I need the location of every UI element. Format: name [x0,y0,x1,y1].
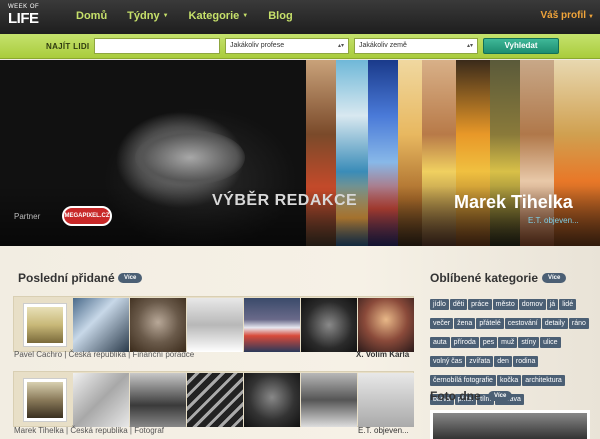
updown-arrows-icon: ▴▾ [466,43,473,49]
editors-pick-hero[interactable]: Partner MEGAPIXEL.CZ VÝBĚR REDAKCE Marek… [0,60,600,246]
category-tag[interactable]: den [494,356,512,367]
latest-more-button[interactable]: Více [118,273,143,283]
list-item[interactable] [13,296,414,352]
photo-thumbnail[interactable] [73,373,129,427]
category-tag[interactable]: rodina [512,356,539,367]
category-tag[interactable]: pes [479,337,498,348]
row-week-link[interactable]: E.T. objeven... [358,426,409,435]
category-tag[interactable]: černobílá fotografie [430,375,496,386]
chevron-down-icon: ▼ [588,14,594,20]
nav-home-label: Domů [76,10,108,22]
site-logo[interactable]: WEEK OF LIFE [8,4,40,30]
photo-thumbnail[interactable] [301,373,357,427]
row-meta[interactable]: Pavel Cachro | Česká republika | Finančn… [14,350,194,359]
country-select[interactable]: Jakákoliv země ▴▾ [354,38,478,54]
category-tag[interactable]: detaily [541,318,568,329]
nav-home[interactable]: Domů [76,10,107,22]
profession-select[interactable]: Jakákoliv profese ▴▾ [225,38,349,54]
category-tag[interactable]: architektura [522,375,565,386]
category-tag[interactable]: děti [449,299,468,310]
hero-week-link[interactable]: E.T. objeven... [528,216,579,225]
search-label: NAJÍT LIDI [46,42,90,51]
row-meta[interactable]: Marek Tihelka | Česká republika | Fotogr… [14,426,164,435]
category-tag[interactable]: město [492,299,518,310]
photo-thumbnail[interactable] [130,373,186,427]
category-tag[interactable]: večer [430,318,454,329]
updown-arrows-icon: ▴▾ [337,43,344,49]
profession-select-value: Jakákoliv profese [230,42,285,49]
photo-thumbnail[interactable] [358,298,414,352]
megapixel-logo[interactable]: MEGAPIXEL.CZ [62,206,112,226]
photo-thumbnail[interactable] [244,373,300,427]
category-tag[interactable]: jídlo [430,299,449,310]
avatar[interactable] [23,303,67,347]
photo-thumbnail[interactable] [130,298,186,352]
category-tag[interactable]: já [546,299,559,310]
category-tag[interactable]: muž [498,337,518,348]
list-item[interactable] [13,371,414,427]
photo-thumbnail[interactable] [358,373,414,427]
category-tag[interactable]: práce [468,299,492,310]
category-tag[interactable]: domov [518,299,546,310]
chevron-down-icon: ▼ [162,13,169,20]
nav-blog[interactable]: Blog [268,10,292,22]
nav-weeks-label: Týdny [127,10,160,22]
favorites-title: Oblíbené kategorie [430,271,539,285]
category-tag[interactable]: zvířata [466,356,494,367]
photo-of-day-more-button[interactable]: Více [488,391,513,401]
category-tag[interactable]: cestování [504,318,541,329]
chevron-down-icon: ▼ [242,13,249,20]
category-tag[interactable]: kočka [496,375,522,386]
hero-title: VÝBĚR REDAKCE [212,192,358,209]
photo-thumbnail[interactable] [187,373,243,427]
main-nav: Domů Týdny ▼ Kategorie ▼ Blog [76,10,313,22]
photo-of-day-image[interactable] [430,410,590,439]
photo-thumbnail[interactable] [244,298,300,352]
avatar[interactable] [23,378,67,422]
category-tag[interactable]: přátelé [476,318,504,329]
category-tag[interactable]: žena [454,318,476,329]
photo-thumbnail[interactable] [301,298,357,352]
category-tag[interactable]: volný čas [430,356,466,367]
row-week-link[interactable]: X. Volím Karla [356,350,409,359]
category-tag[interactable]: stíny [518,337,540,348]
profile-menu[interactable]: Váš profil ▼ [540,10,594,21]
photo-of-day-title: Foto dne [430,389,481,403]
search-button[interactable]: Vyhledat [483,38,559,54]
photo-thumbnail[interactable] [73,298,129,352]
category-tag[interactable]: lidé [559,299,577,310]
people-search-bar: NAJÍT LIDI Jakákoliv profese ▴▾ Jakákoliv… [0,34,600,59]
logo-big-text: LIFE [8,10,39,27]
photo-thumbnail[interactable] [187,298,243,352]
top-navbar: WEEK OF LIFE Domů Týdny ▼ Kategorie ▼ Blog… [0,0,600,34]
search-input[interactable] [94,38,220,54]
hero-author-name[interactable]: Marek Tihelka [454,192,573,213]
category-tag[interactable]: ráno [568,318,589,329]
nav-blog-label: Blog [268,10,293,22]
category-tag[interactable]: auta [430,337,450,348]
nav-categories-label: Kategorie [188,10,240,22]
favorites-more-button[interactable]: Více [542,273,567,283]
profile-label: Váš profil [540,10,587,21]
country-select-value: Jakákoliv země [359,42,407,49]
partner-label: Partner [14,212,41,221]
latest-title: Poslední přidané [18,271,115,285]
category-tag[interactable]: ulice [540,337,561,348]
nav-weeks[interactable]: Týdny ▼ [127,10,168,22]
category-tag[interactable]: příroda [450,337,479,348]
nav-categories[interactable]: Kategorie ▼ [189,10,249,22]
